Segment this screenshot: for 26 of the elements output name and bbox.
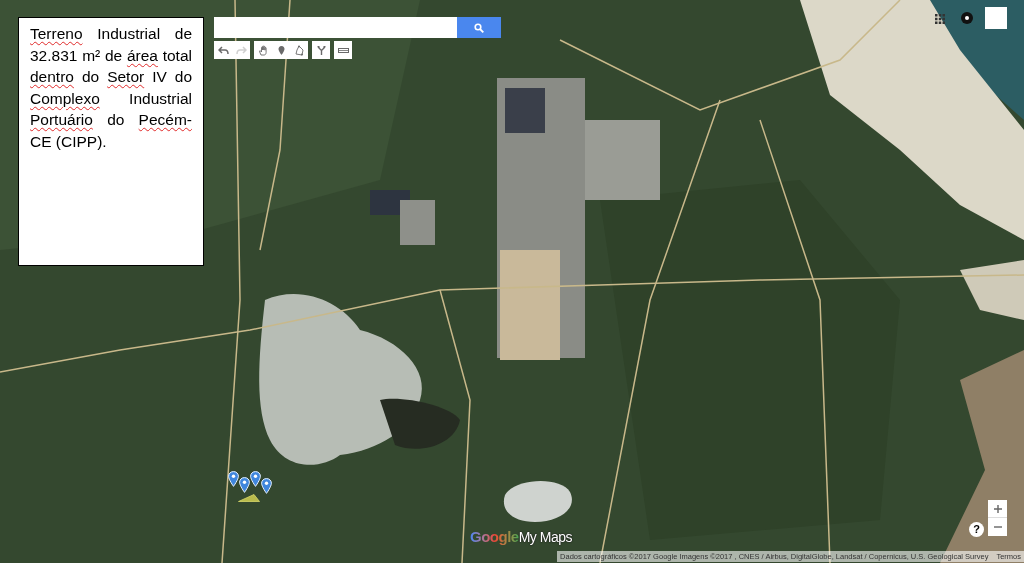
- undo-arrow-icon: [217, 44, 229, 56]
- location-pin[interactable]: [228, 471, 239, 487]
- info-text: Terreno Industrial de 32.831 m² de área total dentro do Setor IV do Complexo Industrial Portuário do Pecém- CE (CIPP).: [30, 24, 192, 152]
- dot-circle-icon[interactable]: [961, 12, 973, 24]
- pan-button[interactable]: [254, 41, 272, 59]
- location-pin[interactable]: [261, 478, 272, 494]
- logo-product-name: My Maps: [518, 528, 572, 546]
- fork-icon: [315, 44, 327, 56]
- plot-polygon[interactable]: [238, 494, 260, 502]
- location-pin[interactable]: [239, 477, 250, 493]
- redo-arrow-icon: [235, 44, 247, 56]
- draw-shape-button[interactable]: [290, 41, 308, 59]
- search-icon: [474, 22, 484, 33]
- undo-button[interactable]: [214, 41, 232, 59]
- minus-icon: [993, 526, 1002, 528]
- zoom-out-button[interactable]: [988, 518, 1007, 536]
- zoom-in-button[interactable]: [988, 500, 1007, 518]
- search-button[interactable]: [457, 17, 501, 38]
- location-pin[interactable]: [250, 471, 261, 487]
- plus-icon: [993, 504, 1002, 513]
- apps-grid-icon[interactable]: [935, 14, 945, 24]
- search-field[interactable]: [214, 17, 457, 38]
- hand-icon: [257, 44, 269, 56]
- route-button[interactable]: [312, 41, 330, 59]
- measure-button[interactable]: [334, 41, 352, 59]
- polygon-icon: [293, 44, 305, 56]
